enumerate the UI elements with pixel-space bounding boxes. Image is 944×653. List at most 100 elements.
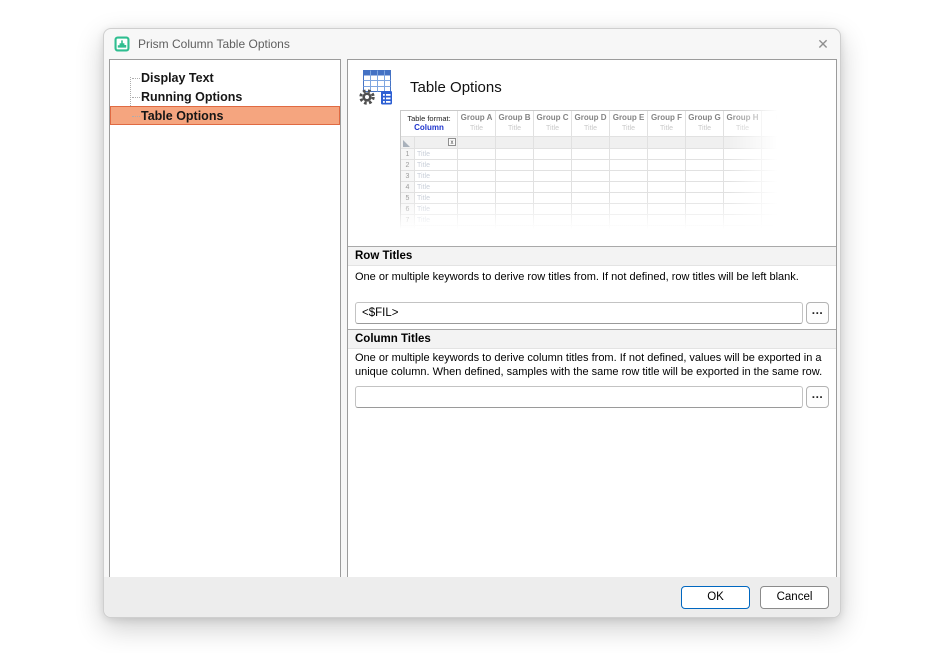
preview-group-header: Group ATitle	[458, 111, 496, 137]
preview-data-cell	[572, 182, 610, 193]
row-titles-input-row: ...	[355, 302, 829, 324]
preview-row-number: 1	[401, 149, 415, 160]
preview-data-cell	[496, 204, 534, 215]
preview-data-cell	[534, 193, 572, 204]
tree-connector-stub	[132, 116, 140, 117]
preview-data-cell	[610, 215, 648, 226]
column-titles-description: One or multiple keywords to derive colum…	[355, 352, 829, 380]
cancel-button[interactable]: Cancel	[760, 586, 829, 609]
preview-row-number: 4	[401, 182, 415, 193]
preview-data-cell	[686, 171, 724, 182]
sidebar-item-display-text[interactable]: Display Text	[110, 68, 340, 87]
preview-table-format-cell: Table format:Column	[401, 111, 458, 137]
clear-box-icon: x	[448, 138, 456, 146]
preview-row-number: 5	[401, 193, 415, 204]
close-icon[interactable]: ✕	[806, 29, 840, 59]
preview-data-cell	[762, 171, 800, 182]
row-titles-input[interactable]	[355, 302, 803, 324]
preview-data-cell	[686, 149, 724, 160]
dialog-footer: OK Cancel	[104, 577, 840, 617]
preview-group-header: Group GTitle	[686, 111, 724, 137]
preview-data-cell	[724, 204, 762, 215]
preview-data-cell	[534, 149, 572, 160]
preview-data-cell	[724, 215, 762, 226]
preview-data-cell	[534, 182, 572, 193]
preview-data-cell	[610, 193, 648, 204]
row-titles-section-header: Row Titles	[348, 246, 836, 266]
preview-band-cell	[496, 137, 534, 149]
preview-group-header: Group FTitle	[648, 111, 686, 137]
preview-row-number: 3	[401, 171, 415, 182]
preview-data-cell	[686, 193, 724, 204]
preview-data-cell	[610, 171, 648, 182]
preview-data-cell	[458, 160, 496, 171]
preview-data-cell	[648, 193, 686, 204]
preview-group-header: Group BTitle	[496, 111, 534, 137]
preview-data-cell	[496, 193, 534, 204]
preview-band-cell	[724, 137, 762, 149]
preview-row-number	[401, 226, 415, 237]
preview-band-cell	[686, 137, 724, 149]
preview-row-title: Title	[415, 193, 458, 204]
preview-data-cell	[686, 182, 724, 193]
preview-data-cell	[458, 215, 496, 226]
sidebar-tree: Display Text Running Options Table Options	[110, 60, 340, 125]
preview-row-number: 7	[401, 215, 415, 226]
preview-data-cell	[724, 226, 762, 237]
preview-data-cell	[648, 149, 686, 160]
preview-band-cell	[648, 137, 686, 149]
preview-band-cell	[458, 137, 496, 149]
preview-data-cell	[496, 226, 534, 237]
preview-data-cell	[648, 160, 686, 171]
preview-data-cell	[648, 171, 686, 182]
preview-band-cell: x	[415, 137, 458, 149]
sidebar-item-running-options[interactable]: Running Options	[110, 87, 340, 106]
preview-data-cell	[534, 204, 572, 215]
preview-group-header: Group CTitle	[534, 111, 572, 137]
window-title: Prism Column Table Options	[138, 37, 290, 51]
preview-row-title: Title	[415, 149, 458, 160]
preview-row-number: 6	[401, 204, 415, 215]
tree-connector-stub	[132, 97, 140, 98]
ellipsis-icon: ...	[812, 387, 824, 401]
preview-data-cell	[496, 182, 534, 193]
preview-row-title: Title	[415, 160, 458, 171]
row-titles-browse-button[interactable]: ...	[806, 302, 829, 324]
preview-data-cell	[458, 226, 496, 237]
preview-data-cell	[572, 193, 610, 204]
row-titles-description: One or multiple keywords to derive row t…	[355, 271, 829, 283]
column-titles-section-header: Column Titles	[348, 329, 836, 349]
preview-data-cell	[686, 215, 724, 226]
preview-data-cell	[496, 149, 534, 160]
ok-button[interactable]: OK	[681, 586, 750, 609]
ellipsis-icon: ...	[812, 303, 824, 317]
preview-data-cell	[534, 226, 572, 237]
preview-data-cell	[762, 226, 800, 237]
preview-data-cell	[572, 215, 610, 226]
preview-row-title: Title	[415, 182, 458, 193]
preview-data-cell	[458, 149, 496, 160]
preview-data-cell	[648, 215, 686, 226]
column-titles-input[interactable]	[355, 386, 803, 408]
prism-column-table-options-dialog: Prism Column Table Options ✕ Display Tex…	[103, 28, 841, 618]
preview-row-title: Title	[415, 226, 458, 237]
sidebar-item-table-options[interactable]: Table Options	[110, 106, 340, 125]
preview-data-cell	[610, 182, 648, 193]
preview-data-cell	[724, 193, 762, 204]
preview-band-cell	[762, 137, 800, 149]
preview-data-cell	[534, 171, 572, 182]
column-titles-browse-button[interactable]: ...	[806, 386, 829, 408]
preview-data-cell	[534, 215, 572, 226]
preview-band-cell	[534, 137, 572, 149]
preview-row-title: Title	[415, 204, 458, 215]
preview-data-cell	[762, 193, 800, 204]
tree-connector-stub	[132, 78, 140, 79]
table-options-panel: Table Options Table format:ColumnGroup A…	[347, 59, 837, 579]
preview-data-cell	[762, 160, 800, 171]
table-gear-icon	[358, 68, 396, 106]
sidebar-item-label: Running Options	[141, 90, 242, 104]
preview-data-cell	[458, 182, 496, 193]
panel-header: Table Options	[358, 68, 502, 106]
page-title: Table Options	[410, 79, 502, 96]
preview-row-title: Title	[415, 215, 458, 226]
